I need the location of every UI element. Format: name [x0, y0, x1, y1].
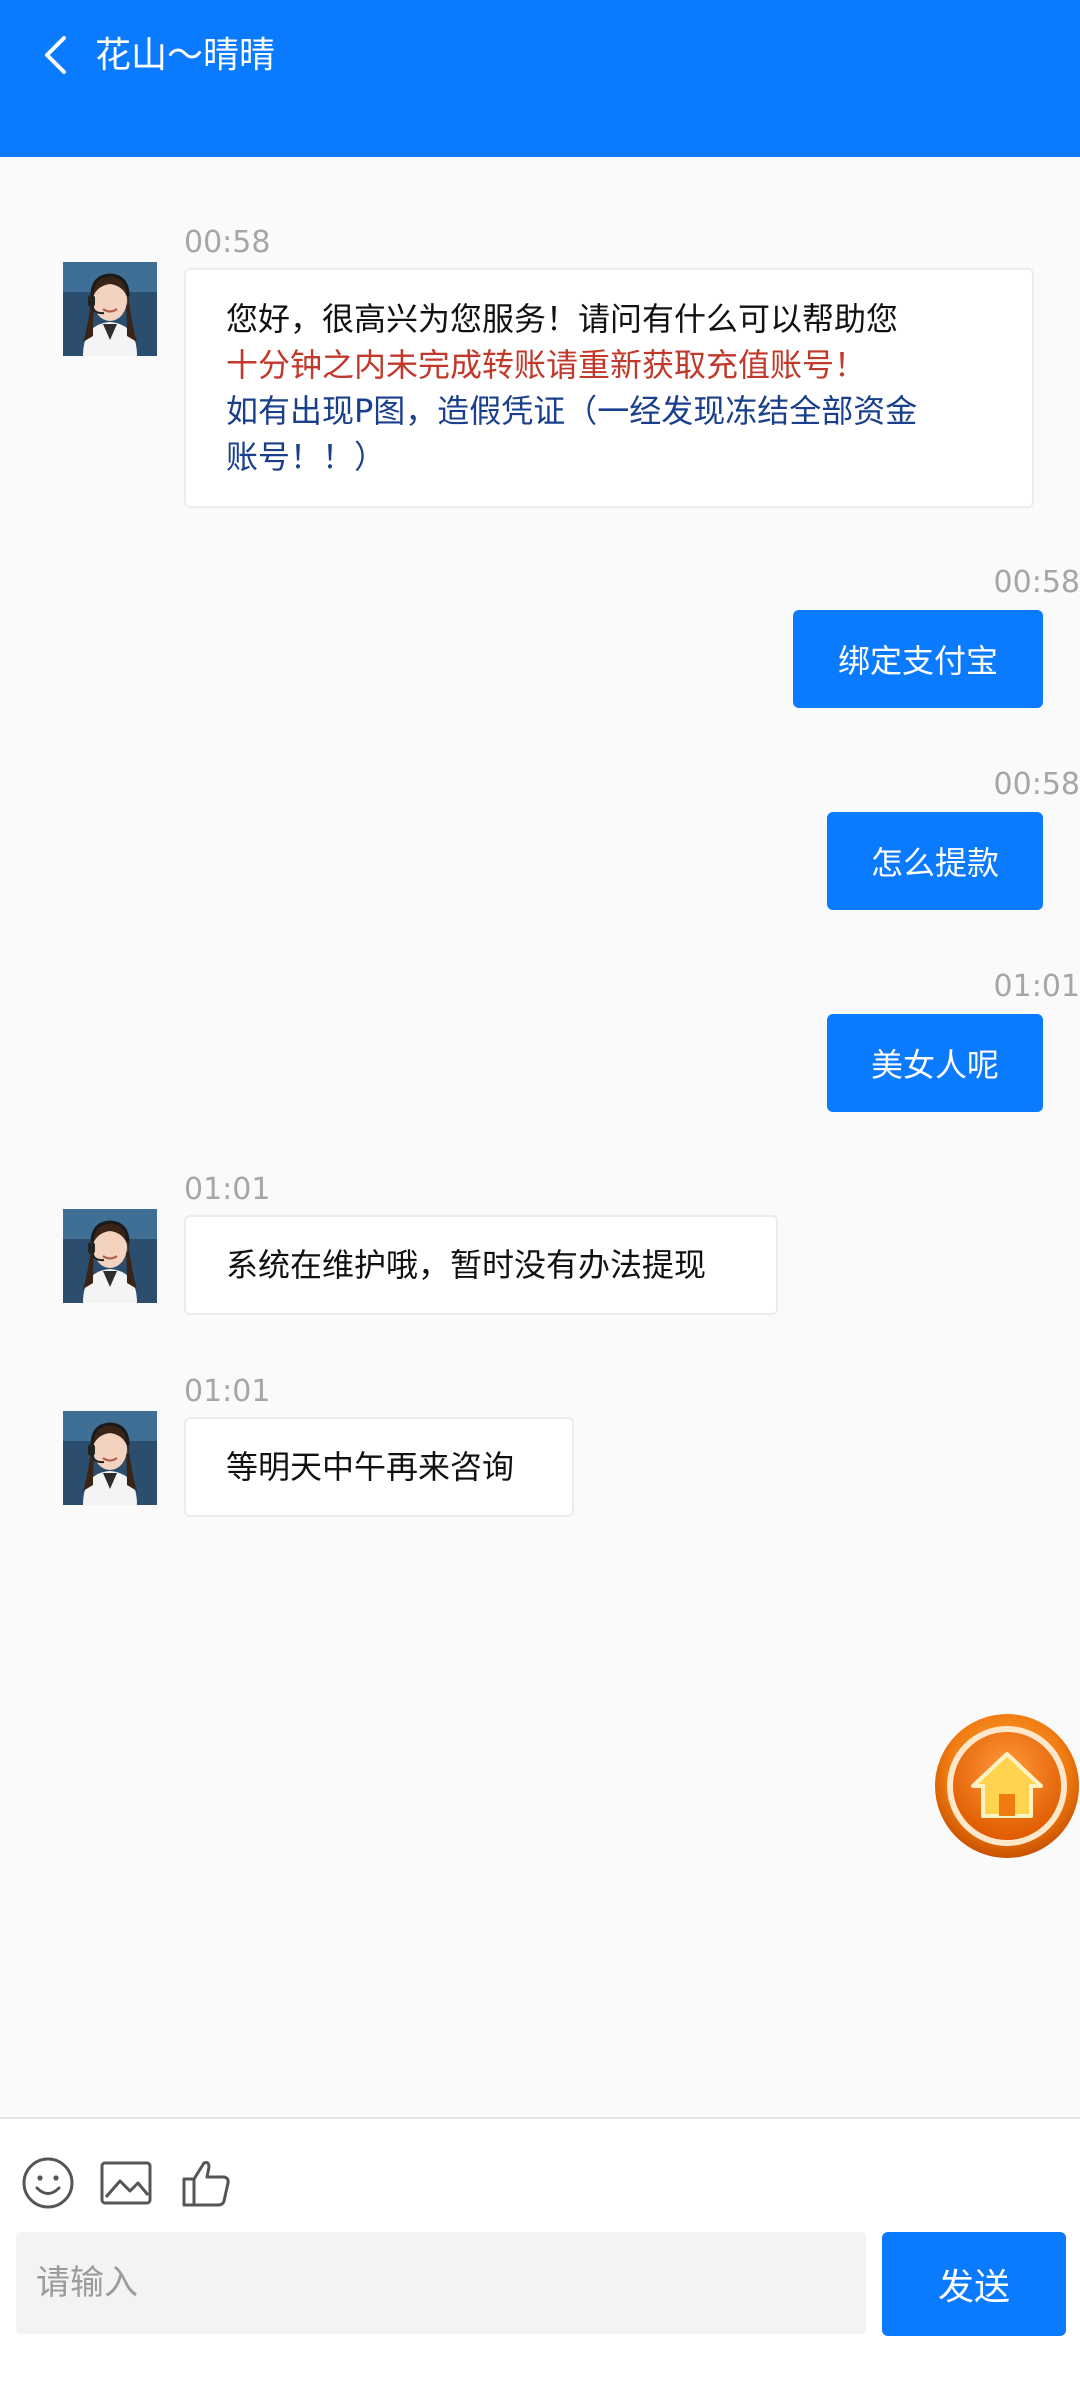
page-title: 花山～晴晴 — [95, 35, 276, 76]
chevron-left-icon — [45, 36, 66, 74]
warning-text: 十分钟之内未完成转账请重新获取充值账号！ — [226, 346, 867, 384]
message-bubble-outgoing[interactable]: 绑定支付宝 — [793, 610, 1043, 708]
message-composer: 发送 — [0, 2117, 1080, 2400]
message-text: 等明天中午再来咨询 — [226, 1448, 515, 1486]
send-button[interactable]: 发送 — [882, 2232, 1066, 2336]
message-timestamp: 01:01 — [184, 1374, 271, 1409]
message-bubble-outgoing[interactable]: 美女人呢 — [827, 1014, 1043, 1112]
message-timestamp: 00:58 — [993, 767, 1080, 802]
home-float-button[interactable] — [933, 1712, 1080, 1860]
message-bubble-incoming[interactable]: 系统在维护哦，暂时没有办法提现 — [184, 1215, 778, 1315]
message-timestamp: 00:58 — [184, 225, 271, 260]
thumbs-up-icon[interactable] — [178, 2155, 234, 2211]
top-bar: 花山～晴晴 — [0, 0, 1080, 157]
message-input[interactable] — [16, 2232, 866, 2334]
send-button-label: 发送 — [937, 2267, 1010, 2308]
message-text: 系统在维护哦，暂时没有办法提现 — [226, 1246, 707, 1284]
back-button[interactable] — [30, 25, 80, 85]
message-text: 怎么提款 — [870, 844, 999, 882]
avatar[interactable] — [63, 1209, 157, 1303]
chat-page: 花山～晴晴 00:58 您好，很高兴为您服务！请问有什么可以帮助您 十分钟之内未… — [0, 0, 1080, 2400]
avatar[interactable] — [63, 1411, 157, 1505]
image-icon[interactable] — [98, 2155, 154, 2211]
agent-avatar-icon — [63, 1411, 157, 1505]
message-bubble-outgoing[interactable]: 怎么提款 — [827, 812, 1043, 910]
message-bubble-incoming[interactable]: 等明天中午再来咨询 — [184, 1417, 574, 1517]
agent-avatar-icon — [63, 1209, 157, 1303]
agent-avatar-icon — [63, 262, 157, 356]
notice-text: 如有出现P图，造假凭证（一经发现冻结全部资金 — [226, 392, 918, 430]
avatar[interactable] — [63, 262, 157, 356]
message-text: 绑定支付宝 — [837, 642, 998, 680]
message-timestamp: 01:01 — [993, 969, 1080, 1004]
home-icon — [935, 1714, 1079, 1858]
message-list[interactable]: 00:58 您好，很高兴为您服务！请问有什么可以帮助您 十分钟之内未完成转账请重… — [0, 157, 1080, 2117]
message-timestamp: 00:58 — [993, 565, 1080, 600]
notice-text: 账号！！） — [226, 438, 387, 476]
message-timestamp: 01:01 — [184, 1172, 271, 1207]
message-text: 您好，很高兴为您服务！请问有什么可以帮助您 — [226, 300, 899, 338]
emoji-icon[interactable] — [20, 2155, 76, 2211]
message-text: 美女人呢 — [870, 1046, 999, 1084]
message-bubble-incoming[interactable]: 您好，很高兴为您服务！请问有什么可以帮助您 十分钟之内未完成转账请重新获取充值账… — [184, 268, 1034, 508]
